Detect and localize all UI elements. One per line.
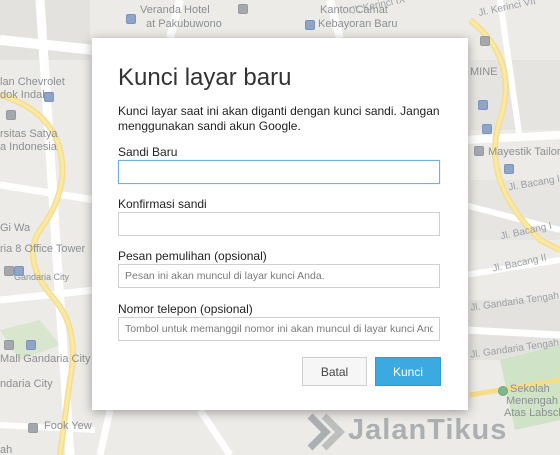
map-label-sekolah: Sekolah xyxy=(510,383,550,395)
map-pin-tower-2[interactable] xyxy=(14,266,24,276)
map-label-menengah: Menengah xyxy=(506,395,558,407)
jalantikus-watermark: JalanTikus xyxy=(306,412,558,452)
map-pin-mall[interactable] xyxy=(4,340,14,350)
map-pin-mall-2[interactable] xyxy=(26,340,36,350)
map-pin-east[interactable] xyxy=(504,164,514,174)
jalantikus-logo-icon xyxy=(307,413,345,451)
map-label-fook: Fook Yew xyxy=(44,420,92,432)
map-pin-mine-2[interactable] xyxy=(478,100,488,110)
confirm-password-label: Konfirmasi sandi xyxy=(118,197,207,211)
map-label-ah: ah xyxy=(0,444,13,455)
map-label-tower: ria 8 Office Tower xyxy=(0,243,86,255)
map-label-mayestik: Mayestik Tailor xyxy=(488,146,560,158)
map-label-wa: Gi Wa xyxy=(0,222,31,234)
map-pin-office[interactable] xyxy=(305,20,315,30)
dialog-title: Kunci layar baru xyxy=(118,64,292,91)
map-label-satya: rsitas Satya xyxy=(0,128,58,140)
map-label-pondok-indah: dok Indah xyxy=(0,89,49,101)
map-pin-mayestik[interactable] xyxy=(474,146,484,156)
watermark-text: JalanTikus xyxy=(348,414,508,446)
map-pin-left-2[interactable] xyxy=(44,92,54,102)
map-label-veranda: Veranda Hotel xyxy=(140,4,210,16)
map-label-kebayoran: Kebayoran Baru xyxy=(318,18,398,30)
map-pin-school[interactable] xyxy=(498,386,508,396)
map-pin-mine-3[interactable] xyxy=(482,124,492,134)
lock-button[interactable]: Kunci xyxy=(375,357,441,386)
recovery-message-label: Pesan pemulihan (opsional) xyxy=(118,249,267,263)
new-screen-lock-dialog: Kunci layar baru Kunci layar saat ini ak… xyxy=(92,38,468,410)
map-pin-left[interactable] xyxy=(6,110,16,120)
phone-number-label: Nomor telepon (opsional) xyxy=(118,302,253,316)
map-pin-hotel[interactable] xyxy=(126,14,136,24)
map-label-mall: Mall Gandaria City xyxy=(0,353,91,365)
recovery-message-field[interactable] xyxy=(118,264,440,288)
map-label-indonesia: a Indonesia xyxy=(0,141,57,153)
new-password-field[interactable] xyxy=(118,160,440,184)
map-label-mine: MINE xyxy=(470,66,498,78)
map-label-gandaria-city-2: ndaria City xyxy=(0,378,53,390)
confirm-password-field[interactable] xyxy=(118,212,440,236)
map-label-pakubuwono: at Pakubuwono xyxy=(146,18,222,30)
new-password-label: Sandi Baru xyxy=(118,145,178,159)
map-pin-mine[interactable] xyxy=(480,36,490,46)
cancel-button[interactable]: Batal xyxy=(302,357,367,386)
map-label-chevrolet: lan Chevrolet xyxy=(0,76,65,88)
map-pin-building[interactable] xyxy=(238,4,248,14)
dialog-description: Kunci layar saat ini akan diganti dengan… xyxy=(118,104,440,133)
map-pin-fook[interactable] xyxy=(28,423,38,433)
map-pin-tower[interactable] xyxy=(4,266,14,276)
phone-number-field[interactable] xyxy=(118,317,440,341)
